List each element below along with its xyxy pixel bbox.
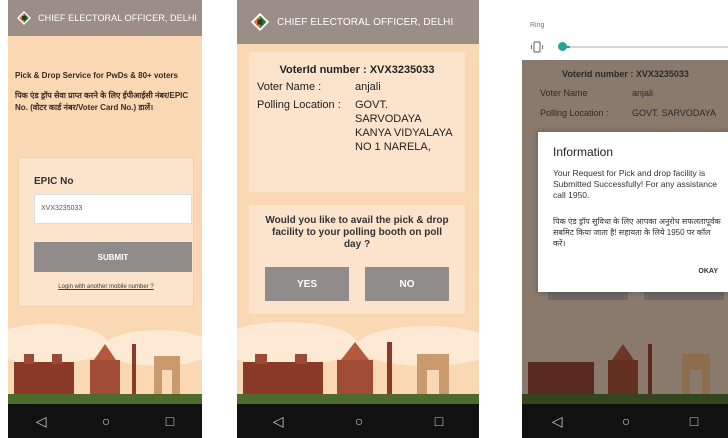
ring-volume-slider[interactable] xyxy=(562,46,728,48)
recent-apps-nav-icon[interactable]: □ xyxy=(166,413,174,429)
election-logo-icon xyxy=(247,9,273,35)
hindi-instruction: पिक एंड ड्रॉप सेवा प्राप्त करने के लिए ई… xyxy=(15,91,189,112)
bg-polling-label: Polling Location : xyxy=(540,108,609,118)
voter-name-label: Voter Name : xyxy=(257,81,322,93)
bg-voter-name-label: Voter Name xyxy=(540,88,588,98)
delhi-skyline-illustration xyxy=(237,314,479,404)
voter-id-number: VoterId number : XVX3235033 xyxy=(279,64,435,76)
polling-location-label: Polling Location : xyxy=(257,99,341,111)
voter-details-card: VoterId number : XVX3235033 Voter Name :… xyxy=(249,52,465,192)
app-header: CHIEF ELECTORAL OFFICER, DELHI xyxy=(8,0,202,36)
recent-apps-nav-icon[interactable]: □ xyxy=(435,413,443,429)
volume-slider-thumb[interactable] xyxy=(558,42,567,51)
home-nav-icon[interactable]: ○ xyxy=(102,413,110,429)
bg-polling-row: Polling Location : GOVT. SARVODAYA xyxy=(540,108,716,118)
phone-screen-epic-entry: CHIEF ELECTORAL OFFICER, DELHI Pick & Dr… xyxy=(8,0,202,438)
back-nav-icon[interactable]: ◁ xyxy=(36,413,47,430)
epic-label: EPIC No xyxy=(34,176,74,187)
dialog-hindi-message: पिक एंड ड्रॉप सुविधा के लिए आपका अनुरोध … xyxy=(553,217,721,248)
pick-drop-question: Would you like to avail the pick & drop … xyxy=(265,215,449,250)
screenshot-collage: CHIEF ELECTORAL OFFICER, DELHI Pick & Dr… xyxy=(0,0,728,438)
app-title: CHIEF ELECTORAL OFFICER, DELHI xyxy=(38,13,198,23)
android-nav-bar: ◁ ○ □ xyxy=(237,404,479,438)
vibrate-icon[interactable] xyxy=(530,40,544,54)
back-nav-icon[interactable]: ◁ xyxy=(552,413,563,430)
android-nav-bar: ◁ ○ □ xyxy=(8,404,202,438)
information-dialog: Information Your Request for Pick and dr… xyxy=(538,132,728,292)
yes-button[interactable]: YES xyxy=(265,267,349,301)
recent-apps-nav-icon[interactable]: □ xyxy=(690,413,698,429)
login-another-number-link[interactable]: Login with another mobile number ? xyxy=(19,284,193,290)
election-logo-icon xyxy=(14,8,34,28)
back-nav-icon[interactable]: ◁ xyxy=(273,413,284,430)
polling-location-row: Polling Location : GOVT. SARVODAYA KANYA… xyxy=(249,98,465,154)
app-header: CHIEF ELECTORAL OFFICER, DELHI xyxy=(237,0,479,44)
bg-voter-id-number: Voterid number : XVX3235033 xyxy=(562,69,689,79)
home-nav-icon[interactable]: ○ xyxy=(355,413,363,429)
delhi-skyline-illustration xyxy=(8,314,202,404)
voter-name-value: anjali xyxy=(355,81,381,93)
voter-name-row: Voter Name : anjali xyxy=(249,80,465,94)
app-title: CHIEF ELECTORAL OFFICER, DELHI xyxy=(277,16,454,28)
dialog-message: Your Request for Pick and drop facility … xyxy=(553,168,717,200)
submit-button[interactable]: SUBMIT xyxy=(34,242,192,272)
no-button[interactable]: NO xyxy=(365,267,449,301)
epic-input[interactable]: XVX3235033 xyxy=(34,194,192,224)
bg-voter-name-value: anjali xyxy=(632,88,654,98)
home-nav-icon[interactable]: ○ xyxy=(622,413,630,429)
phone-screen-voter-details: CHIEF ELECTORAL OFFICER, DELHI VoterId n… xyxy=(237,0,479,438)
delhi-skyline-illustration xyxy=(522,314,728,404)
bg-voter-name-row: Voter Name anjali xyxy=(540,88,653,98)
bg-polling-value: GOVT. SARVODAYA xyxy=(632,108,717,118)
dialog-title: Information xyxy=(553,145,614,159)
okay-button[interactable]: OKAY xyxy=(698,268,718,275)
android-nav-bar: ◁ ○ □ xyxy=(522,404,728,438)
pick-drop-question-card: Would you like to avail the pick & drop … xyxy=(249,205,465,315)
polling-location-value: GOVT. SARVODAYA KANYA VIDYALAYA NO 1 NAR… xyxy=(355,99,453,153)
ring-volume-label: Ring xyxy=(530,22,545,29)
epic-form-card: EPIC No XVX3235033 SUBMIT Login with ano… xyxy=(18,157,194,307)
service-heading: Pick & Drop Service for PwDs & 80+ voter… xyxy=(15,71,178,80)
